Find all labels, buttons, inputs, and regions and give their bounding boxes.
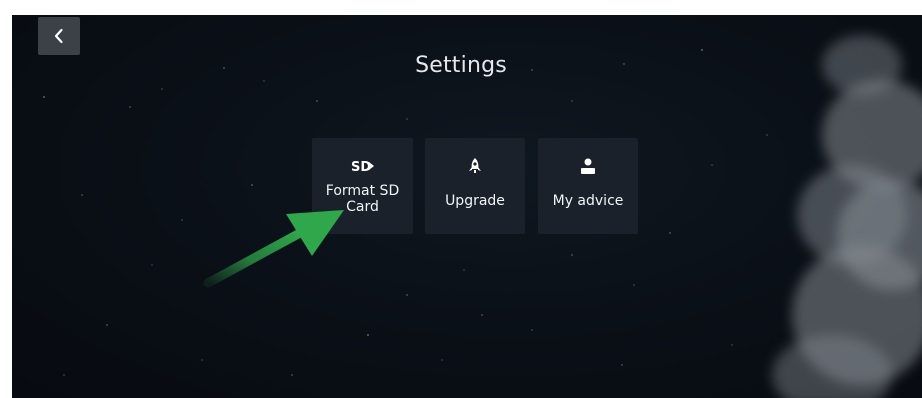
tile-label-format-sd-card: Format SD Card bbox=[325, 183, 400, 215]
my-advice-tile[interactable]: My advice bbox=[538, 138, 638, 234]
sd-card-icon: SD bbox=[312, 157, 413, 175]
svg-text:SD: SD bbox=[351, 160, 371, 174]
cloud-background bbox=[772, 35, 922, 398]
upgrade-tile[interactable]: Upgrade bbox=[425, 138, 525, 234]
back-button[interactable] bbox=[38, 17, 80, 55]
tile-label-my-advice: My advice bbox=[552, 193, 624, 209]
format-sd-card-tile[interactable]: SD Format SD Card bbox=[312, 138, 413, 234]
tile-label-upgrade: Upgrade bbox=[445, 193, 505, 209]
chevron-left-icon bbox=[54, 28, 63, 44]
page-title: Settings bbox=[415, 53, 507, 78]
person-icon bbox=[538, 157, 638, 175]
rocket-icon bbox=[425, 157, 525, 175]
